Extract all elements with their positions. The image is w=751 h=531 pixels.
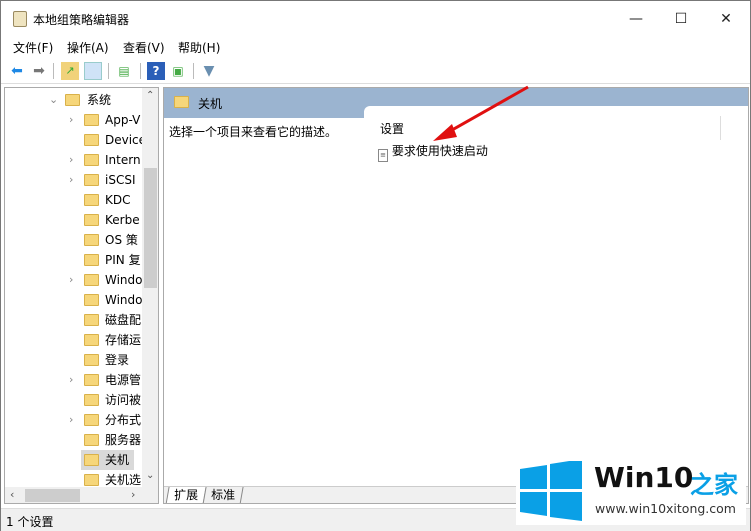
windows-logo-icon bbox=[520, 461, 582, 521]
watermark-url: www.win10xitong.com bbox=[595, 501, 736, 516]
watermark-brand: Win10 bbox=[594, 461, 694, 494]
watermark-logo: Win10 之家 www.win10xitong.com bbox=[516, 459, 746, 525]
watermark-brand-cn: 之家 bbox=[690, 471, 738, 499]
annotation-arrow bbox=[433, 85, 529, 141]
